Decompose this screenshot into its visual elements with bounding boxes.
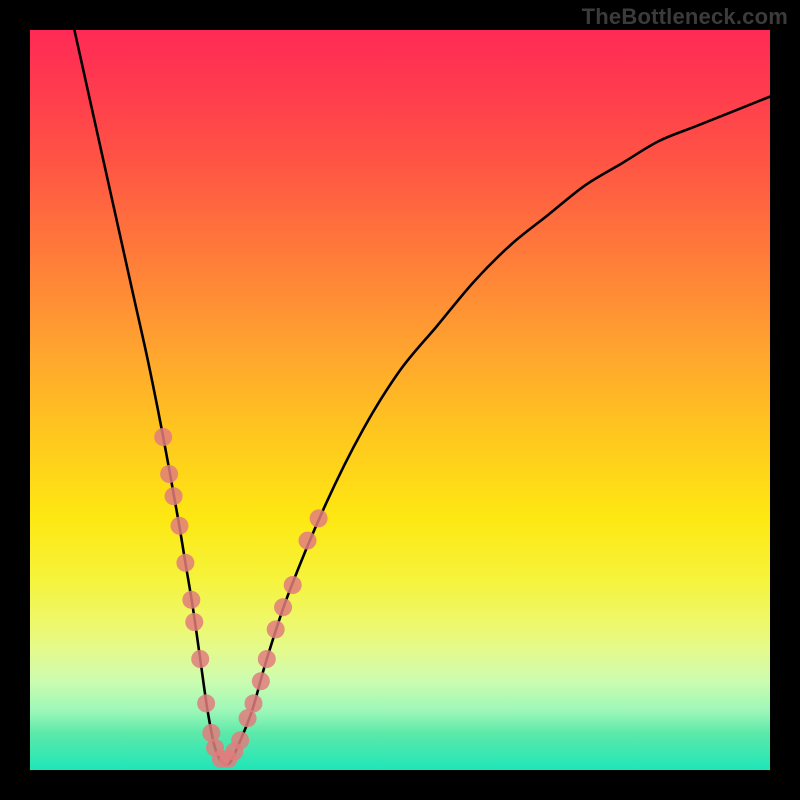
bottleneck-curve (74, 30, 770, 764)
watermark-text: TheBottleneck.com (582, 4, 788, 30)
chart-frame: TheBottleneck.com (0, 0, 800, 800)
highlight-point (231, 731, 249, 749)
highlight-point (170, 517, 188, 535)
highlight-point (191, 650, 209, 668)
highlight-point (182, 591, 200, 609)
highlight-point (165, 487, 183, 505)
highlight-point (284, 576, 302, 594)
highlight-point (267, 620, 285, 638)
highlight-markers (154, 428, 327, 768)
chart-svg (30, 30, 770, 770)
highlight-point (258, 650, 276, 668)
highlight-point (185, 613, 203, 631)
highlight-point (244, 694, 262, 712)
highlight-point (252, 672, 270, 690)
highlight-point (310, 509, 328, 527)
highlight-point (154, 428, 172, 446)
highlight-point (197, 694, 215, 712)
highlight-point (299, 532, 317, 550)
highlight-point (176, 554, 194, 572)
highlight-point (160, 465, 178, 483)
highlight-point (274, 598, 292, 616)
plot-area (30, 30, 770, 770)
